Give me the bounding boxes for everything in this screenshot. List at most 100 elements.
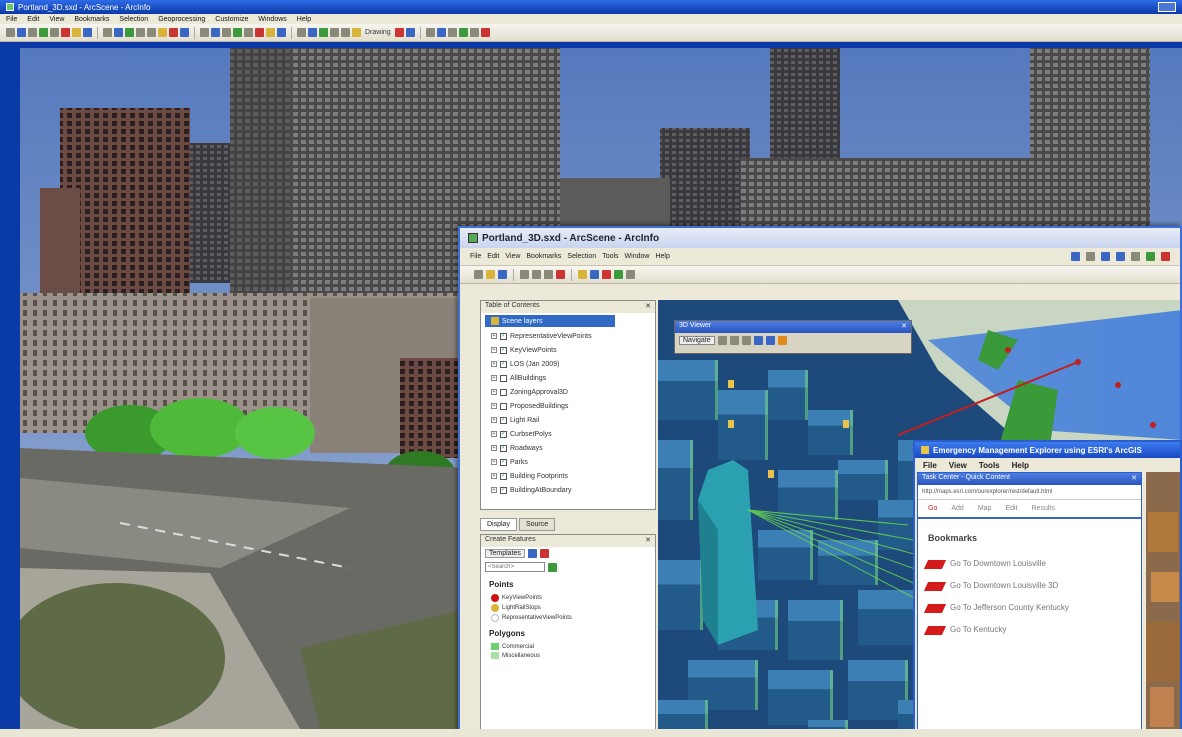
menu-edit[interactable]: Edit [27, 16, 39, 23]
feature-template-item[interactable]: Miscellaneous [481, 651, 655, 660]
navigate-dropdown[interactable]: Navigate [679, 336, 715, 345]
layer-visibility-checkbox[interactable]: ✓ [500, 416, 507, 424]
zoom-in-icon[interactable] [1101, 252, 1110, 261]
feature-template-item[interactable]: Commercial [481, 642, 655, 651]
menu-file[interactable]: File [6, 16, 17, 23]
toolbar-tool-icon[interactable] [222, 28, 231, 37]
emergency-title-bar[interactable]: Emergency Management Explorer using ESRI… [915, 442, 1180, 458]
delete-icon[interactable] [556, 270, 565, 279]
arc-menu-view[interactable]: View [505, 253, 520, 260]
close-icon[interactable]: ✕ [645, 302, 651, 312]
toolbar-tool-icon[interactable] [17, 28, 26, 37]
step-icon[interactable] [729, 336, 739, 345]
layer-visibility-checkbox[interactable] [500, 388, 507, 396]
toolbar-tool-icon[interactable] [394, 28, 404, 37]
menu-bookmarks[interactable]: Bookmarks [74, 16, 109, 23]
toolbar-tool-icon[interactable] [72, 28, 81, 37]
toc-layer-item[interactable]: + ZoningApproval3D [481, 385, 655, 399]
layer-visibility-checkbox[interactable]: ✓ [500, 430, 507, 438]
new-icon[interactable] [474, 270, 483, 279]
menu-geoprocessing[interactable]: Geoprocessing [158, 16, 205, 23]
toolbar-tool-icon[interactable] [308, 28, 317, 37]
toc-layer-item[interactable]: + ✓ CurbsetPolys [481, 427, 655, 441]
toolbar-tool-icon[interactable] [50, 28, 59, 37]
arc-menu-window[interactable]: Window [625, 253, 650, 260]
toolbar-tool-icon[interactable] [83, 28, 92, 37]
expand-icon[interactable]: + [491, 375, 497, 381]
arc-menu-bookmarks[interactable]: Bookmarks [526, 253, 561, 260]
bookmark-item[interactable]: Go To Downtown Louisville 3D [918, 575, 1141, 597]
toolbar-tool-icon[interactable] [158, 28, 167, 37]
toc-layer-item[interactable]: + ✓ LOS (Jan 2009) [481, 357, 655, 371]
toolbar-tool-icon[interactable] [341, 28, 350, 37]
close-icon[interactable] [1158, 2, 1176, 12]
toolbar-tool-icon[interactable] [436, 28, 446, 37]
toc-layer-item[interactable]: + ProposedBuildings [481, 399, 655, 413]
expand-icon[interactable]: + [491, 473, 497, 479]
bookmark-item[interactable]: Go To Downtown Louisville [918, 553, 1141, 575]
search-go-icon[interactable] [548, 562, 557, 572]
toolbar-tool-icon[interactable] [28, 28, 37, 37]
toc-layer-item[interactable]: + AllBuildings [481, 371, 655, 385]
layer-visibility-checkbox[interactable] [500, 374, 507, 382]
close-icon[interactable]: ✕ [1131, 474, 1137, 484]
menu-windows[interactable]: Windows [258, 16, 286, 23]
toolbar-tool-icon[interactable] [125, 28, 134, 37]
toolbar-tool-icon[interactable] [180, 28, 189, 37]
expand-icon[interactable]: + [491, 347, 497, 353]
toolbar-tool-icon[interactable] [447, 28, 457, 37]
arc-menu-edit[interactable]: Edit [487, 253, 499, 260]
task-tab-edit[interactable]: Edit [1005, 505, 1017, 512]
toolbar-tool-icon[interactable] [405, 28, 415, 37]
arc-menu-help[interactable]: Help [655, 253, 669, 260]
task-tab-results[interactable]: Results [1032, 505, 1055, 512]
toolbar-tool-icon[interactable] [147, 28, 156, 37]
toc-layer-item[interactable]: + ✓ KeyViewPoints [481, 343, 655, 357]
arc-menu-tools[interactable]: Tools [602, 253, 618, 260]
layer-visibility-checkbox[interactable]: ✓ [500, 472, 507, 480]
emerg-menu-view[interactable]: View [949, 461, 967, 470]
toolbar-tool-icon[interactable] [469, 28, 479, 37]
toc-layer-item[interactable]: + ✓ RepresentativeViewPoints [481, 329, 655, 343]
toolbar-tool-icon[interactable] [266, 28, 275, 37]
feature-template-item[interactable]: LightRailStops [481, 603, 655, 613]
task-tab-add[interactable]: Add [951, 505, 963, 512]
identify-icon[interactable] [1161, 252, 1170, 261]
task-tab-go[interactable]: Go [928, 505, 937, 512]
layer-visibility-checkbox[interactable] [500, 402, 507, 410]
close-icon[interactable]: ✕ [901, 322, 907, 332]
menu-customize[interactable]: Customize [215, 16, 248, 23]
toolbar-tool-icon[interactable] [255, 28, 264, 37]
templates-button[interactable]: Templates [485, 549, 525, 558]
3d-viewer-title-bar[interactable]: 3D Viewer ✕ [675, 321, 911, 333]
navigate-tool-icon[interactable] [1071, 252, 1080, 261]
toc-layer-item[interactable]: + ✓ Light Rail [481, 413, 655, 427]
layer-visibility-checkbox[interactable]: ✓ [500, 346, 507, 354]
bookmark-item[interactable]: Go To Kentucky [918, 619, 1141, 641]
close-icon[interactable]: ✕ [645, 536, 651, 546]
expand-icon[interactable]: + [491, 417, 497, 423]
expand-icon[interactable]: + [491, 431, 497, 437]
arc-menu-file[interactable]: File [470, 253, 481, 260]
arc-menu-selection[interactable]: Selection [567, 253, 596, 260]
toolbar-tool-icon[interactable] [480, 28, 490, 37]
delete-template-icon[interactable] [539, 549, 549, 558]
arctoolbox-icon[interactable] [602, 270, 611, 279]
toolbar-tool-icon[interactable] [330, 28, 339, 37]
emerg-menu-tools[interactable]: Tools [979, 461, 1000, 470]
play-icon[interactable] [717, 336, 727, 345]
layer-visibility-checkbox[interactable]: ✓ [500, 332, 507, 340]
expand-icon[interactable]: + [491, 459, 497, 465]
layer-visibility-checkbox[interactable]: ✓ [500, 360, 507, 368]
toolbar-tool-icon[interactable] [319, 28, 328, 37]
emerg-menu-file[interactable]: File [923, 461, 937, 470]
expand-icon[interactable]: + [491, 361, 497, 367]
toc-root-scene-layers[interactable]: Scene layers [485, 315, 615, 327]
emergency-map-view[interactable] [1146, 472, 1180, 735]
expand-icon[interactable]: + [491, 445, 497, 451]
toc-layer-item[interactable]: + ✓ Parks [481, 455, 655, 469]
cut-icon[interactable] [520, 270, 529, 279]
add-data-icon[interactable] [578, 270, 587, 279]
fly-tool-icon[interactable] [1086, 252, 1095, 261]
menu-help[interactable]: Help [297, 16, 311, 23]
